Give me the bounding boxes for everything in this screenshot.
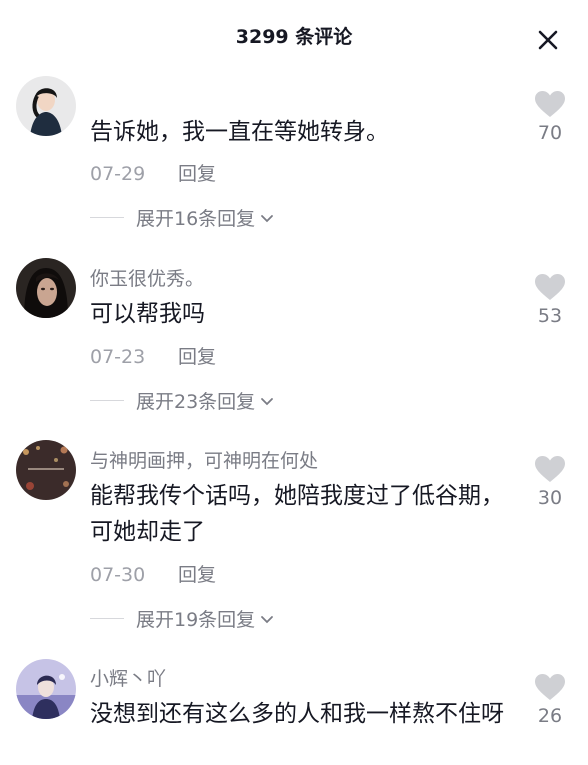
- comment-date: 07-30: [90, 564, 146, 586]
- comments-header: 3299 条评论: [0, 0, 588, 70]
- like-button[interactable]: 26: [528, 673, 572, 727]
- comment-text: 可以帮我吗: [90, 301, 205, 327]
- like-count: 30: [537, 487, 563, 509]
- like-button[interactable]: 30: [528, 455, 572, 509]
- heart-icon: [535, 274, 565, 300]
- comment-count-title: 3299 条评论: [235, 26, 353, 48]
- comment-username[interactable]: 与神明画押，可神明在何处: [90, 446, 318, 473]
- avatar[interactable]: [16, 659, 76, 719]
- divider: [90, 618, 124, 619]
- close-button[interactable]: [536, 28, 560, 52]
- reply-button[interactable]: 回复: [178, 560, 216, 587]
- comment-date: 07-29: [90, 163, 146, 185]
- like-count: 70: [537, 122, 563, 144]
- heart-icon: [535, 91, 565, 117]
- like-button[interactable]: 53: [528, 273, 572, 327]
- expand-replies-label: 展开19条回复: [136, 609, 256, 631]
- comment-meta: 07-29 回复: [90, 159, 216, 186]
- chevron-down-icon: [261, 397, 274, 405]
- chevron-down-icon: [261, 214, 274, 222]
- heart-icon: [535, 674, 565, 700]
- comment-username[interactable]: 小辉丶吖: [90, 664, 166, 691]
- expand-replies-button[interactable]: 展开16条回复: [90, 204, 275, 231]
- like-count: 26: [537, 705, 563, 727]
- divider: [90, 217, 124, 218]
- expand-replies-button[interactable]: 展开23条回复: [90, 387, 275, 414]
- expand-replies-button[interactable]: 展开19条回复: [90, 605, 275, 632]
- avatar[interactable]: [16, 76, 76, 136]
- comment-text: 没想到还有这么多的人和我一样熬不住呀: [90, 701, 504, 727]
- comment-meta: 07-23 回复: [90, 342, 216, 369]
- comment-username[interactable]: 你玉很优秀。: [90, 264, 204, 291]
- reply-button[interactable]: 回复: [178, 159, 216, 186]
- comment-date: 07-23: [90, 346, 146, 368]
- avatar[interactable]: [16, 440, 76, 500]
- expand-replies-label: 展开16条回复: [136, 208, 256, 230]
- heart-icon: [535, 456, 565, 482]
- close-icon: [538, 30, 558, 50]
- divider: [90, 400, 124, 401]
- reply-button[interactable]: 回复: [178, 342, 216, 369]
- avatar[interactable]: [16, 258, 76, 318]
- like-button[interactable]: 70: [528, 90, 572, 144]
- comment-meta: 07-30 回复: [90, 560, 216, 587]
- comment-text: 告诉她，我一直在等她转身。: [90, 119, 389, 145]
- comment-text: 能帮我传个话吗，她陪我度过了低谷期，可她却走了: [90, 483, 504, 545]
- chevron-down-icon: [261, 615, 274, 623]
- like-count: 53: [537, 305, 563, 327]
- expand-replies-label: 展开23条回复: [136, 391, 256, 413]
